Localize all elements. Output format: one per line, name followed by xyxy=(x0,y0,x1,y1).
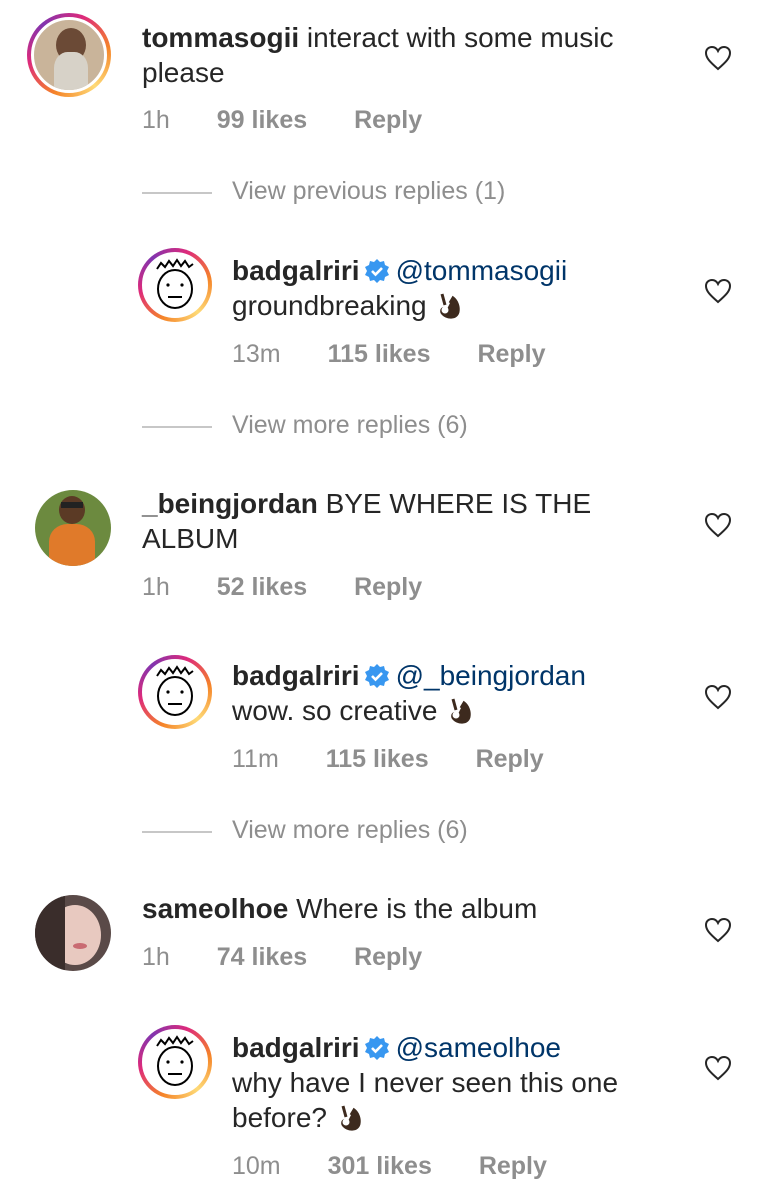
mention-link[interactable]: @sameolhoe xyxy=(396,1032,561,1063)
reply-button[interactable]: Reply xyxy=(477,340,545,368)
timestamp: 1h xyxy=(142,573,170,601)
face-drawing-icon xyxy=(156,665,194,716)
face-drawing-icon xyxy=(156,258,194,309)
view-more-replies[interactable]: View more replies (6) xyxy=(232,816,468,845)
heart-outline-icon[interactable] xyxy=(704,278,732,304)
comment-text: wow. so creative xyxy=(232,695,438,726)
reply-button[interactable]: Reply xyxy=(354,573,422,601)
heart-outline-icon[interactable] xyxy=(704,512,732,538)
comment-meta: 11m 115 likes Reply xyxy=(232,745,584,774)
verified-badge-icon xyxy=(364,664,389,688)
timestamp: 1h xyxy=(142,106,170,134)
heart-outline-icon[interactable] xyxy=(704,917,732,943)
avatar[interactable] xyxy=(138,248,212,322)
avatar[interactable] xyxy=(35,490,111,566)
timestamp: 10m xyxy=(232,1152,281,1180)
likes-count[interactable]: 99 likes xyxy=(217,106,307,134)
avatar[interactable] xyxy=(138,655,212,729)
avatar[interactable] xyxy=(35,895,111,971)
comment-meta: 10m 301 likes Reply xyxy=(232,1152,587,1181)
username[interactable]: _beingjordan xyxy=(142,488,318,519)
view-previous-replies[interactable]: View previous replies (1) xyxy=(232,177,505,206)
comment-text: why have I never seen this one before? xyxy=(232,1067,619,1133)
comment-meta: 1h 52 likes Reply xyxy=(142,573,462,602)
likes-count[interactable]: 115 likes xyxy=(326,745,429,773)
timestamp: 11m xyxy=(232,745,279,773)
username[interactable]: sameolhoe xyxy=(142,893,288,924)
divider-line xyxy=(142,426,212,428)
avatar[interactable] xyxy=(138,1025,212,1099)
timestamp: 13m xyxy=(232,340,281,368)
timestamp: 1h xyxy=(142,943,170,971)
comment-text: Where is the album xyxy=(296,893,538,924)
heart-outline-icon[interactable] xyxy=(704,684,732,710)
heart-outline-icon[interactable] xyxy=(704,45,732,71)
comment-meta: 13m 115 likes Reply xyxy=(232,340,586,369)
ok-hand-emoji xyxy=(340,1105,361,1131)
heart-outline-icon[interactable] xyxy=(704,1055,732,1081)
comment-meta: 1h 74 likes Reply xyxy=(142,943,462,972)
likes-count[interactable]: 52 likes xyxy=(217,573,307,601)
ok-hand-emoji xyxy=(451,698,471,724)
view-more-replies[interactable]: View more replies (6) xyxy=(232,411,468,440)
username[interactable]: badgalriri xyxy=(232,1032,360,1063)
ok-hand-emoji xyxy=(440,293,461,319)
reply-button[interactable]: Reply xyxy=(479,1152,547,1180)
likes-count[interactable]: 301 likes xyxy=(328,1152,432,1180)
divider-line xyxy=(142,192,212,194)
likes-count[interactable]: 74 likes xyxy=(217,943,307,971)
reply-button[interactable]: Reply xyxy=(354,106,422,134)
mention-link[interactable]: @tommasogii xyxy=(396,255,568,286)
verified-badge-icon xyxy=(364,259,389,283)
likes-count[interactable]: 115 likes xyxy=(328,340,431,368)
avatar[interactable] xyxy=(27,13,111,97)
username[interactable]: tommasogii xyxy=(142,22,299,53)
comment-text: groundbreaking xyxy=(232,290,427,321)
username[interactable]: badgalriri xyxy=(232,660,360,691)
verified-badge-icon xyxy=(364,1036,389,1060)
reply-button[interactable]: Reply xyxy=(354,943,422,971)
username[interactable]: badgalriri xyxy=(232,255,360,286)
comment-meta: 1h 99 likes Reply xyxy=(142,106,462,135)
face-drawing-icon xyxy=(156,1035,194,1086)
divider-line xyxy=(142,831,212,833)
mention-link[interactable]: @_beingjordan xyxy=(396,660,586,691)
reply-button[interactable]: Reply xyxy=(476,745,544,773)
